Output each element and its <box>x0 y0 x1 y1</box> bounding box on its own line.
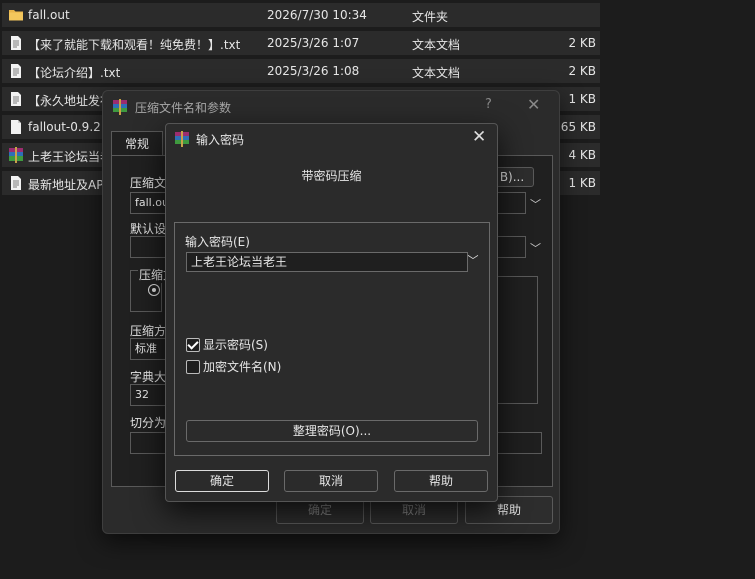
text-file-icon <box>8 63 24 79</box>
encrypt-names-label: 加密文件名(N) <box>203 360 282 374</box>
folder-icon <box>8 7 24 23</box>
close-icon[interactable]: ✕ <box>472 127 486 147</box>
help-button[interactable]: 帮助 <box>394 470 488 492</box>
split-label: 切分为 <box>130 416 167 430</box>
checkbox-unchecked-icon <box>186 359 200 374</box>
file-name: 上老王论坛当老 <box>28 150 113 164</box>
file-name: fall.out <box>28 8 70 22</box>
cancel-button[interactable]: 取消 <box>284 470 378 492</box>
file-type: 文本文档 <box>412 66 461 80</box>
tab-general[interactable]: 常规 <box>111 131 163 156</box>
blank-file-icon <box>8 119 24 135</box>
encrypt-names-checkbox[interactable]: 加密文件名(N) <box>186 358 281 375</box>
organize-passwords-button[interactable]: 整理密码(O)... <box>186 420 478 442</box>
winrar-icon <box>175 131 189 147</box>
file-date: 2025/3/26 1:07 <box>267 36 360 50</box>
radio-button[interactable] <box>148 284 160 296</box>
help-icon[interactable]: ? <box>485 97 492 112</box>
winrar-archive-icon <box>8 147 24 163</box>
winrar-icon <box>113 99 127 115</box>
show-password-checkbox[interactable]: 显示密码(S) <box>186 336 268 353</box>
password-group: 输入密码(E) 上老王论坛当老王 ﹀ 显示密码(S) 加密文件名(N) 整理密码… <box>174 222 490 456</box>
dict-label: 字典大 <box>130 370 167 384</box>
file-row[interactable]: 【来了就能下载和观看！纯免费！】.txt 2025/3/26 1:07 文本文档 2 … <box>2 31 600 55</box>
file-size: 2 KB <box>568 36 596 50</box>
chevron-down-icon[interactable]: ﹀ <box>530 196 541 212</box>
dialog-title: 压缩文件名和参数 <box>135 101 232 115</box>
checkbox-checked-icon <box>186 337 200 352</box>
dialog-heading: 带密码压缩 <box>301 169 362 183</box>
file-type: 文件夹 <box>412 10 449 24</box>
file-name: 【论坛介绍】.txt <box>28 66 121 80</box>
file-name: 【来了就能下载和观看！纯免费！】.txt <box>28 38 241 52</box>
text-file-icon <box>8 91 24 107</box>
text-file-icon <box>8 35 24 51</box>
default-profile-label: 默认设 <box>130 222 167 236</box>
file-name: 最新地址及AP <box>28 178 104 192</box>
file-name: fallout-0.9.2.a <box>28 120 112 134</box>
ok-button[interactable]: 确定 <box>175 470 269 492</box>
file-size: 2 KB <box>568 64 596 78</box>
file-type: 文本文档 <box>412 38 461 52</box>
file-size: 1 KB <box>568 176 596 190</box>
file-date: 2025/3/26 1:08 <box>267 64 360 78</box>
file-row[interactable]: fall.out 2026/7/30 10:34 文件夹 <box>2 3 600 27</box>
password-dialog: 输入密码 ✕ 带密码压缩 输入密码(E) 上老王论坛当老王 ﹀ 显示密码(S) … <box>165 123 498 502</box>
dialog-title: 输入密码 <box>196 133 245 147</box>
text-file-icon <box>8 175 24 191</box>
file-size: 1 KB <box>568 92 596 106</box>
file-date: 2026/7/30 10:34 <box>267 8 367 22</box>
chevron-down-icon[interactable]: ﹀ <box>464 251 482 271</box>
file-row[interactable]: 【论坛介绍】.txt 2025/3/26 1:08 文本文档 2 KB <box>2 59 600 83</box>
enter-password-label: 输入密码(E) <box>185 235 250 249</box>
method-label: 压缩方 <box>130 324 167 338</box>
file-name: 【永久地址发布 <box>28 94 113 108</box>
close-icon[interactable]: ✕ <box>527 95 540 114</box>
chevron-down-icon[interactable]: ﹀ <box>530 240 541 256</box>
archive-name-label: 压缩文 <box>130 176 167 190</box>
file-size: 4 KB <box>568 148 596 162</box>
password-input[interactable]: 上老王论坛当老王 <box>186 252 468 272</box>
show-password-label: 显示密码(S) <box>203 338 268 352</box>
